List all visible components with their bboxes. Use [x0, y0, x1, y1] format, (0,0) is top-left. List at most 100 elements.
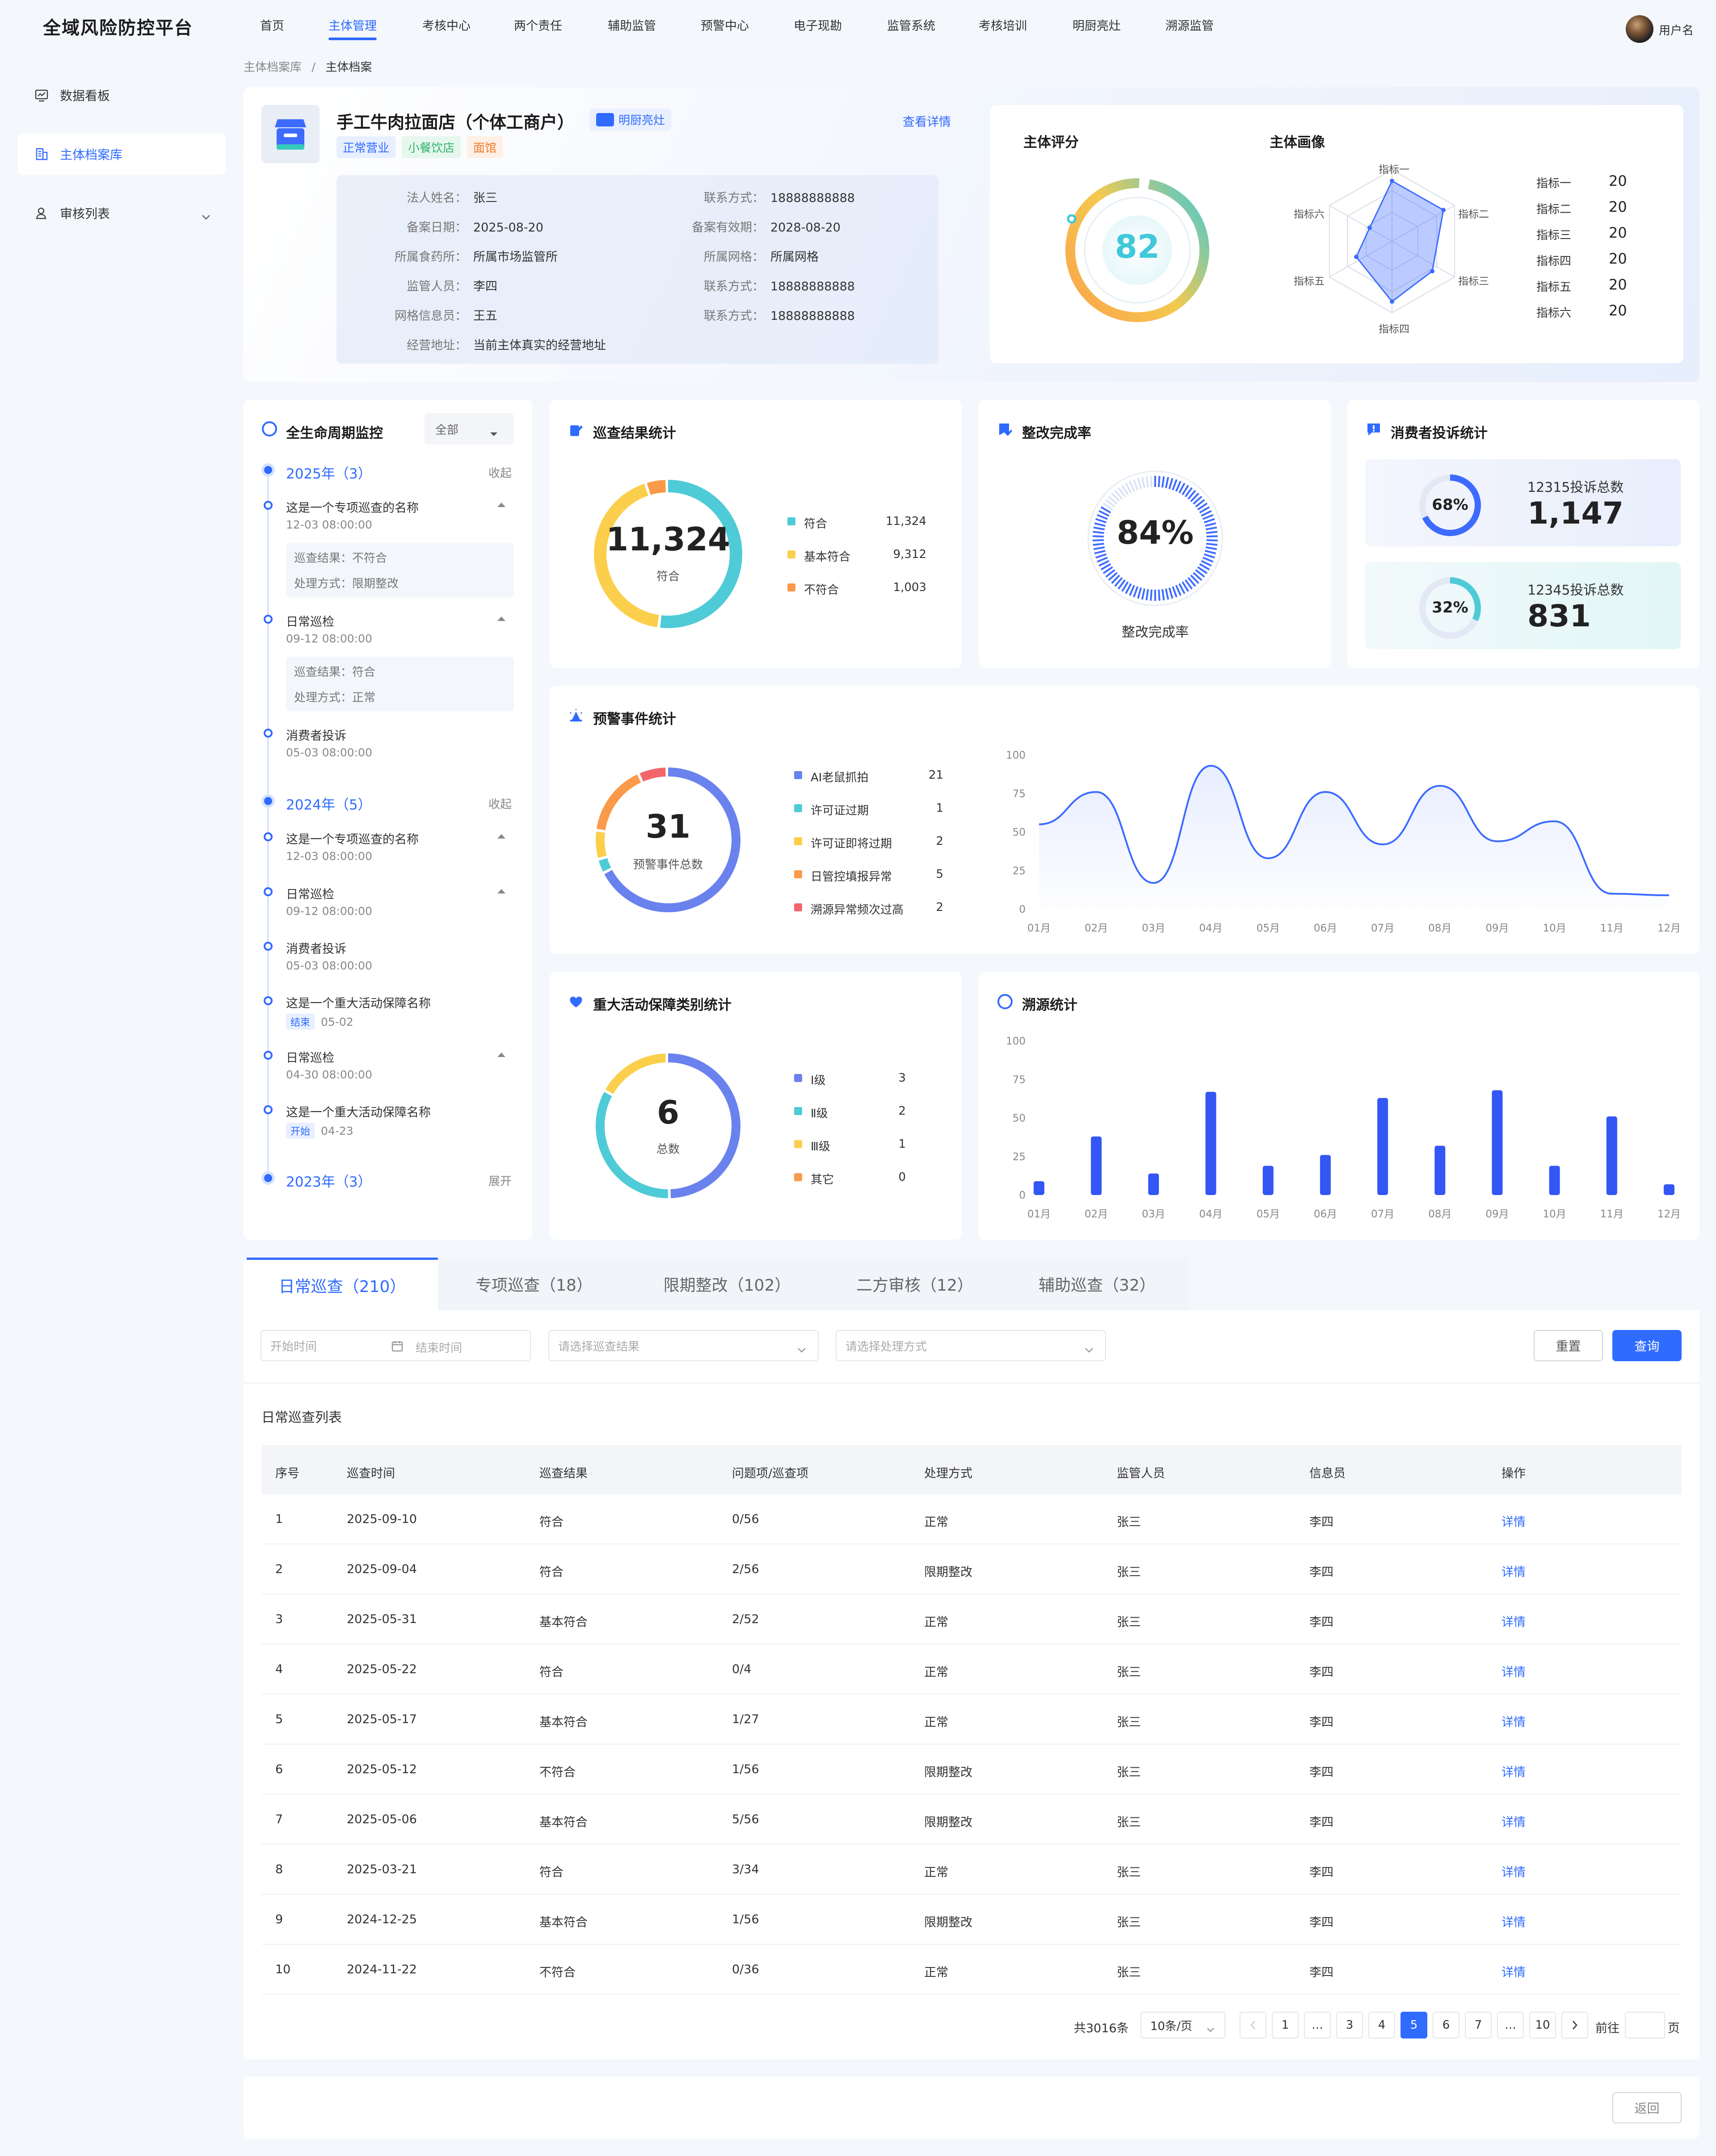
end-date-input[interactable]: 结束时间: [416, 1339, 462, 1355]
legend-swatch: [794, 1074, 802, 1082]
collapse-arrow-icon[interactable]: [497, 834, 505, 839]
sidebar-item-review[interactable]: 审核列表: [18, 193, 226, 234]
timeline-item-title[interactable]: 消费者投诉: [286, 939, 346, 956]
tab[interactable]: 限期整改（102）: [630, 1258, 824, 1310]
reset-button[interactable]: 重置: [1534, 1330, 1603, 1361]
warning-center-label: 预警事件总数: [633, 858, 703, 872]
timeline-item-title[interactable]: 这是一个重大活动保障名称: [286, 994, 431, 1011]
y-tick-label: 75: [1013, 788, 1026, 800]
app-title: 全域风险防控平台: [43, 18, 193, 38]
page-size-select[interactable]: 10条/页: [1140, 2012, 1225, 2039]
collapse-arrow-icon[interactable]: [497, 1053, 505, 1057]
gauge-tick: [1150, 589, 1152, 601]
nav-item[interactable]: 考核中心: [422, 16, 471, 34]
timeline-toggle[interactable]: 收起: [488, 464, 512, 481]
prev-page-button[interactable]: [1240, 2012, 1266, 2039]
sidebar-item-dashboard[interactable]: 数据看板: [18, 75, 226, 116]
goto-page-input[interactable]: [1625, 2012, 1665, 2039]
collapse-arrow-icon[interactable]: [497, 617, 505, 621]
page-button[interactable]: 7: [1465, 2012, 1492, 2039]
sidebar-item-archive[interactable]: 主体档案库: [18, 134, 226, 175]
sidebar-item-label: 主体档案库: [60, 147, 123, 162]
page-button[interactable]: 3: [1336, 2012, 1363, 2039]
detail-link[interactable]: 详情: [1502, 1612, 1526, 1630]
page-button[interactable]: 5: [1401, 2012, 1427, 2039]
radar-axis-label: 指标一: [1379, 164, 1409, 176]
timeline-item-time: 开始 04-23: [286, 1123, 353, 1139]
gauge-tick: [1158, 476, 1161, 487]
table-cell: 1/56: [732, 1913, 759, 1926]
collapse-arrow-icon[interactable]: [497, 503, 505, 507]
radar-axis-label: 指标三: [1458, 276, 1489, 287]
page-button[interactable]: 1: [1272, 2012, 1299, 2039]
info-field-label: 经营地址：: [407, 339, 467, 352]
score-value: 82: [1115, 228, 1160, 265]
collapse-arrow-icon[interactable]: [497, 889, 505, 893]
tab[interactable]: 专项巡查（18）: [438, 1258, 630, 1310]
nav-item[interactable]: 考核培训: [979, 16, 1027, 34]
detail-link[interactable]: 详情: [1502, 1913, 1526, 1930]
page-ellipsis[interactable]: …: [1304, 2012, 1331, 2039]
timeline-item-title[interactable]: 日常巡检: [286, 885, 334, 902]
nav-item[interactable]: 预警中心: [701, 16, 749, 34]
timeline-line: [267, 470, 269, 1182]
timeline-item-title[interactable]: 这是一个专项巡查的名称: [286, 498, 419, 516]
page-button[interactable]: 6: [1433, 2012, 1459, 2039]
nav-item[interactable]: 首页: [260, 16, 284, 34]
table-cell: 2024-12-25: [347, 1913, 417, 1926]
detail-link[interactable]: 详情: [1502, 1662, 1526, 1680]
tab[interactable]: 日常巡查（210）: [247, 1258, 438, 1310]
timeline-year[interactable]: 2023年（3）: [286, 1170, 372, 1191]
detail-link[interactable]: 详情: [1502, 1512, 1526, 1530]
timeline-item-title[interactable]: 日常巡检: [286, 612, 334, 629]
detail-link[interactable]: 详情: [1502, 1862, 1526, 1880]
bar: [1034, 1181, 1044, 1195]
legend-value: 3: [898, 1071, 906, 1085]
timeline-item-title[interactable]: 日常巡检: [286, 1048, 334, 1065]
start-date-input[interactable]: 开始时间: [270, 1338, 317, 1354]
detail-link[interactable]: 详情: [1502, 1712, 1526, 1730]
detail-link[interactable]: 详情: [1502, 1812, 1526, 1830]
page-button[interactable]: 10: [1529, 2012, 1556, 2039]
nav-item[interactable]: 电子现勘: [794, 16, 842, 34]
portrait-legend-value: 20: [1609, 276, 1627, 293]
page-button[interactable]: 4: [1368, 2012, 1395, 2039]
nav-item[interactable]: 溯源监管: [1165, 16, 1214, 34]
back-button[interactable]: 返回: [1612, 2092, 1682, 2123]
timeline-year[interactable]: 2024年（5）: [286, 793, 372, 814]
info-field-value: 18888888888: [770, 309, 855, 323]
tab[interactable]: 辅助巡查（32）: [1005, 1258, 1189, 1310]
method-select[interactable]: 请选择处理方式: [836, 1330, 1106, 1361]
date-range-picker[interactable]: 开始时间 结束时间: [261, 1330, 531, 1361]
timeline-year[interactable]: 2025年（3）: [286, 462, 372, 482]
detail-link[interactable]: 详情: [1502, 1562, 1526, 1580]
query-button[interactable]: 查询: [1612, 1330, 1682, 1361]
page-ellipsis[interactable]: …: [1497, 2012, 1524, 2039]
timeline-item-title[interactable]: 这是一个重大活动保障名称: [286, 1103, 431, 1120]
timeline-item-title[interactable]: 消费者投诉: [286, 726, 346, 743]
info-field: 联系方式： 18888888888: [675, 188, 855, 206]
view-details-link[interactable]: 查看详情: [903, 112, 951, 130]
activity-status-tag: 开始: [286, 1123, 315, 1139]
next-page-button[interactable]: [1561, 2012, 1588, 2039]
username[interactable]: 用户名: [1659, 21, 1694, 38]
nav-item[interactable]: 两个责任: [514, 16, 562, 34]
nav-item[interactable]: 监管系统: [887, 16, 935, 34]
timeline-item-title[interactable]: 这是一个专项巡查的名称: [286, 830, 419, 847]
detail-link[interactable]: 详情: [1502, 1963, 1526, 1980]
table-cell: 张三: [1117, 1615, 1141, 1629]
avatar[interactable]: [1626, 15, 1653, 43]
tab[interactable]: 二方审核（12）: [824, 1258, 1005, 1310]
table-cell: 基本符合: [539, 1916, 588, 1929]
nav-item[interactable]: 辅助监管: [608, 16, 656, 34]
nav-item[interactable]: 主体管理: [328, 16, 377, 40]
lifecycle-filter-select[interactable]: 全部: [425, 413, 514, 445]
gauge-tick: [1172, 479, 1178, 491]
column-header: 处理方式: [924, 1467, 972, 1481]
nav-item[interactable]: 明厨亮灶: [1072, 16, 1121, 34]
timeline-toggle[interactable]: 展开: [488, 1172, 512, 1189]
timeline-toggle[interactable]: 收起: [488, 795, 512, 812]
result-select[interactable]: 请选择巡查结果: [548, 1330, 819, 1361]
breadcrumb-link[interactable]: 主体档案库: [244, 61, 302, 74]
detail-link[interactable]: 详情: [1502, 1762, 1526, 1780]
